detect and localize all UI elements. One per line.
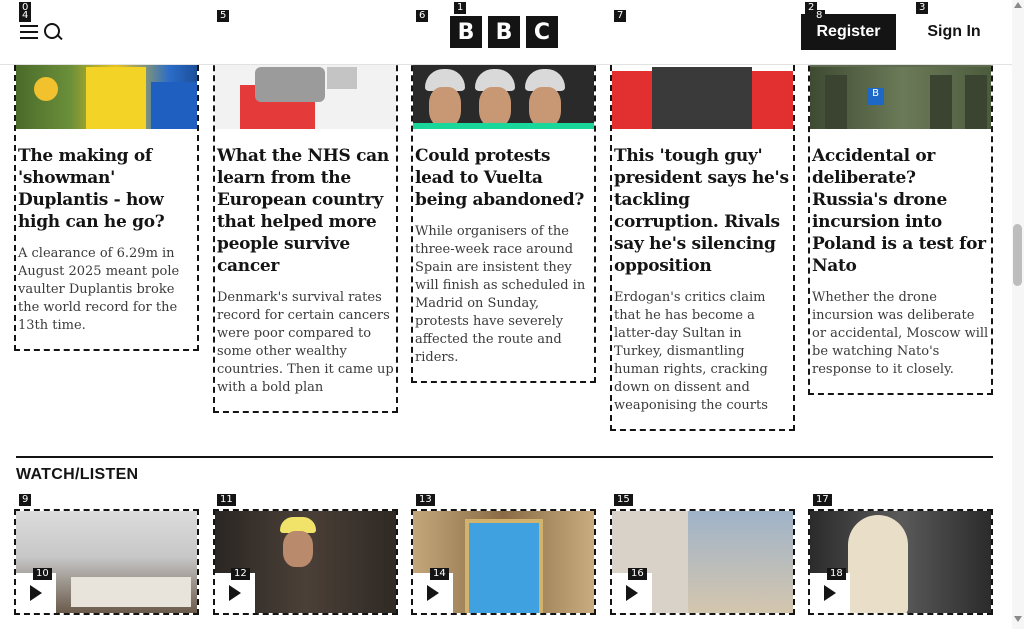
element-marker: 1 — [454, 2, 467, 14]
element-marker: 5 — [217, 10, 230, 22]
video-card[interactable] — [411, 509, 596, 615]
element-marker: 10 — [33, 568, 52, 580]
scroll-up-arrow-icon[interactable] — [1014, 2, 1022, 8]
story-summary: While organisers of the three-week race … — [415, 224, 586, 365]
bbc-logo[interactable]: B B C — [450, 16, 558, 48]
element-marker: 13 — [416, 494, 435, 506]
story-summary: Erdogan's critics claim that he has beco… — [614, 290, 768, 413]
story-headline[interactable]: Could protests lead to Vuelta being aban… — [413, 129, 594, 211]
logo-block: B — [488, 16, 520, 48]
element-marker: 11 — [217, 494, 236, 506]
section-divider — [16, 456, 993, 458]
video-card[interactable] — [808, 509, 993, 615]
story-summary: A clearance of 6.29m in August 2025 mean… — [18, 246, 180, 333]
logo-block: B — [450, 16, 482, 48]
element-marker: 17 — [813, 494, 832, 506]
story-headline[interactable]: Accidental or deliberate? Russia's drone… — [810, 129, 991, 277]
bus-stop-sign: B — [867, 88, 884, 105]
site-header: B B C Register Sign In — [0, 0, 1012, 65]
scrollbar-thumb[interactable] — [1013, 224, 1022, 286]
element-marker: 6 — [416, 10, 429, 22]
hamburger-icon — [20, 25, 38, 39]
element-marker: 15 — [614, 494, 633, 506]
story-summary: Denmark's survival rates record for cert… — [217, 290, 394, 395]
element-marker: 14 — [430, 568, 449, 580]
element-marker: 16 — [628, 568, 647, 580]
video-card[interactable] — [610, 509, 795, 615]
scroll-down-arrow-icon[interactable] — [1014, 616, 1022, 622]
logo-block: C — [526, 16, 558, 48]
story-card[interactable]: Could protests lead to Vuelta being aban… — [411, 25, 596, 383]
story-card[interactable]: What the NHS can learn from the European… — [213, 25, 398, 413]
story-headline[interactable]: This 'tough guy' president says he's tac… — [612, 129, 793, 277]
story-card[interactable]: This 'tough guy' president says he's tac… — [610, 25, 795, 431]
section-title[interactable]: WATCH/LISTEN — [16, 466, 138, 484]
story-card[interactable]: B Accidental or deliberate? Russia's dro… — [808, 25, 993, 395]
element-marker: 18 — [827, 568, 846, 580]
story-card[interactable]: The making of 'showman' Duplantis - how … — [14, 25, 199, 351]
story-headline[interactable]: What the NHS can learn from the European… — [215, 129, 396, 277]
sign-in-button[interactable]: Sign In — [914, 14, 994, 50]
page-scrollbar[interactable] — [1012, 0, 1024, 629]
video-card[interactable] — [213, 509, 398, 615]
search-icon — [44, 23, 63, 41]
element-marker: 8 — [813, 10, 826, 22]
story-headline[interactable]: The making of 'showman' Duplantis - how … — [16, 129, 197, 233]
element-marker: 9 — [19, 494, 32, 506]
story-summary: Whether the drone incursion was delibera… — [812, 290, 989, 377]
video-card[interactable] — [14, 509, 199, 615]
element-marker: 3 — [916, 2, 929, 14]
element-marker: 4 — [19, 10, 32, 22]
element-marker: 7 — [614, 10, 627, 22]
element-marker: 12 — [231, 568, 250, 580]
